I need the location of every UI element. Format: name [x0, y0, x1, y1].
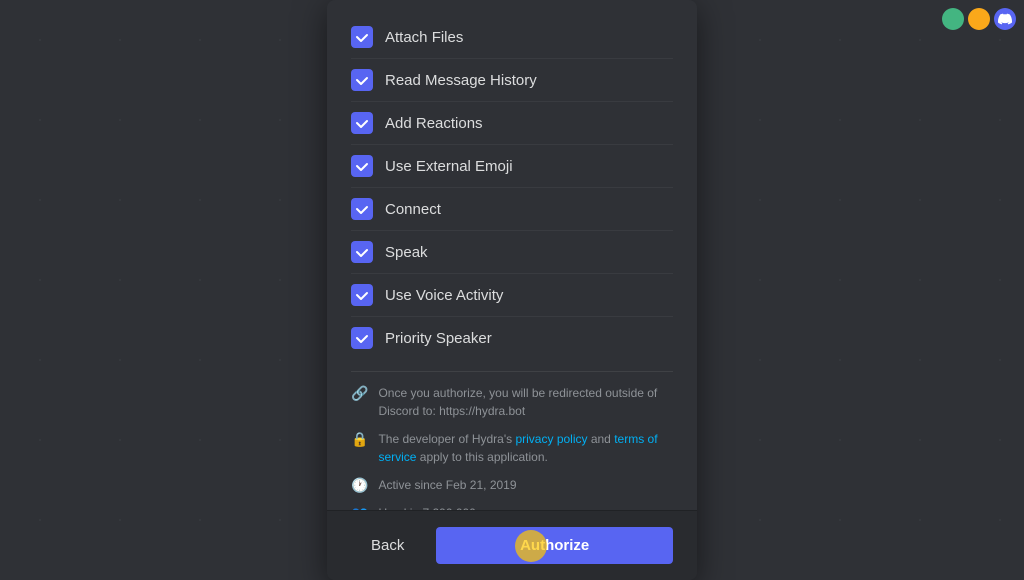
- permissions-list: Attach Files Read Message History Add Re…: [351, 16, 673, 359]
- permission-item-attach-files: Attach Files: [351, 16, 673, 59]
- checkbox-use-voice-activity[interactable]: [351, 284, 373, 306]
- authorize-button[interactable]: Authorize: [436, 527, 673, 564]
- privacy-text: The developer of Hydra's privacy policy …: [378, 430, 673, 466]
- permission-label-use-voice-activity: Use Voice Activity: [385, 287, 503, 304]
- permission-label-speak: Speak: [385, 244, 428, 261]
- privacy-policy-link[interactable]: privacy policy: [515, 432, 587, 446]
- permission-label-priority-speaker: Priority Speaker: [385, 330, 492, 347]
- checkbox-attach-files[interactable]: [351, 26, 373, 48]
- permission-item-add-reactions: Add Reactions: [351, 102, 673, 145]
- permission-label-add-reactions: Add Reactions: [385, 115, 483, 132]
- back-button[interactable]: Back: [351, 527, 424, 564]
- redirect-text: Once you authorize, you will be redirect…: [378, 384, 673, 420]
- lock-icon: 🔒: [351, 431, 368, 448]
- permission-label-read-message-history: Read Message History: [385, 72, 537, 89]
- permission-item-speak: Speak: [351, 231, 673, 274]
- discord-icon: [994, 8, 1016, 30]
- checkbox-speak[interactable]: [351, 241, 373, 263]
- divider: [351, 371, 673, 372]
- checkbox-add-reactions[interactable]: [351, 112, 373, 134]
- modal-footer: Back Authorize: [327, 510, 697, 580]
- permission-label-connect: Connect: [385, 201, 441, 218]
- permission-item-connect: Connect: [351, 188, 673, 231]
- permission-item-use-voice-activity: Use Voice Activity: [351, 274, 673, 317]
- checkbox-priority-speaker[interactable]: [351, 327, 373, 349]
- permission-item-use-external-emoji: Use External Emoji: [351, 145, 673, 188]
- permission-item-read-message-history: Read Message History: [351, 59, 673, 102]
- icon-green: [942, 8, 964, 30]
- active-text: Active since Feb 21, 2019: [378, 476, 516, 494]
- permission-label-use-external-emoji: Use External Emoji: [385, 158, 513, 175]
- link-icon: 🔗: [351, 385, 368, 402]
- top-right-icons: [942, 8, 1016, 30]
- authorize-label: Authorize: [520, 537, 589, 554]
- checkbox-use-external-emoji[interactable]: [351, 155, 373, 177]
- info-section: 🔗 Once you authorize, you will be redire…: [351, 384, 673, 510]
- permission-item-priority-speaker: Priority Speaker: [351, 317, 673, 359]
- info-redirect: 🔗 Once you authorize, you will be redire…: [351, 384, 673, 420]
- info-active: 🕐 Active since Feb 21, 2019: [351, 476, 673, 494]
- checkbox-read-message-history[interactable]: [351, 69, 373, 91]
- icon-yellow: [968, 8, 990, 30]
- info-privacy: 🔒 The developer of Hydra's privacy polic…: [351, 430, 673, 466]
- permission-label-attach-files: Attach Files: [385, 29, 463, 46]
- authorization-modal: Attach Files Read Message History Add Re…: [327, 0, 697, 580]
- clock-icon: 🕐: [351, 477, 368, 494]
- modal-body: Attach Files Read Message History Add Re…: [327, 0, 697, 510]
- checkbox-connect[interactable]: [351, 198, 373, 220]
